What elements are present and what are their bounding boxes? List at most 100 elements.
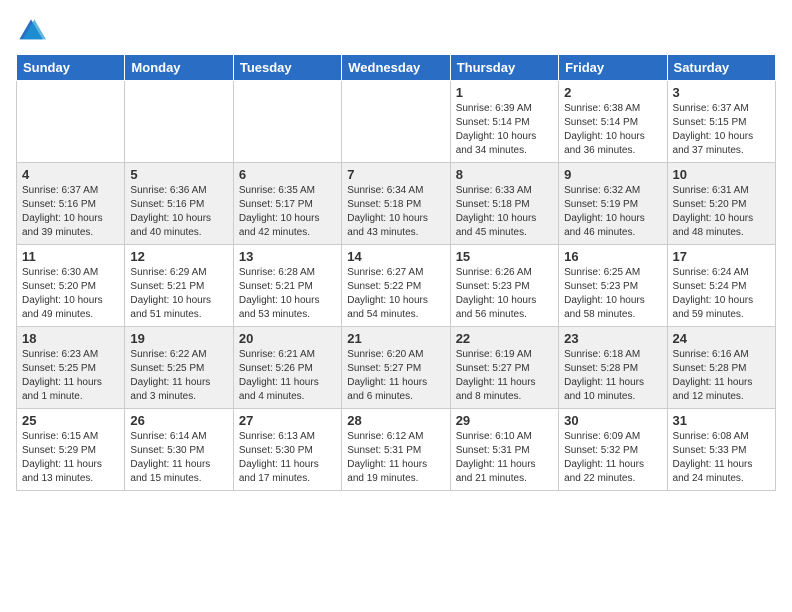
calendar-cell: 31 Sunrise: 6:08 AMSunset: 5:33 PMDayligh… bbox=[667, 409, 775, 491]
day-number: 13 bbox=[239, 249, 336, 264]
day-info: Sunrise: 6:29 AMSunset: 5:21 PMDaylight:… bbox=[130, 266, 227, 322]
day-info: Sunrise: 6:08 AMSunset: 5:33 PMDaylight:… bbox=[673, 430, 770, 486]
day-number: 16 bbox=[564, 249, 661, 264]
week-row-1: 1 Sunrise: 6:39 AMSunset: 5:14 PMDaylight… bbox=[17, 81, 776, 163]
calendar-cell: 15Sunrise: 6:26 AMSunset: 5:23 PMDayligh… bbox=[450, 245, 558, 327]
weekday-header-thursday: Thursday bbox=[450, 55, 558, 81]
day-info: Sunrise: 6:31 AMSunset: 5:20 PMDaylight:… bbox=[673, 184, 770, 240]
day-number: 9 bbox=[564, 167, 661, 182]
day-number: 23 bbox=[564, 331, 661, 346]
weekday-header-friday: Friday bbox=[559, 55, 667, 81]
day-info: Sunrise: 6:33 AMSunset: 5:18 PMDaylight:… bbox=[456, 184, 553, 240]
calendar-cell bbox=[233, 81, 341, 163]
logo-icon bbox=[16, 16, 46, 46]
day-info: Sunrise: 6:22 AMSunset: 5:25 PMDaylight:… bbox=[130, 348, 227, 404]
calendar-cell: 21 Sunrise: 6:20 AMSunset: 5:27 PMDayligh… bbox=[342, 327, 450, 409]
calendar-cell: 3 Sunrise: 6:37 AMSunset: 5:15 PMDaylight… bbox=[667, 81, 775, 163]
weekday-header-monday: Monday bbox=[125, 55, 233, 81]
day-info: Sunrise: 6:26 AMSunset: 5:23 PMDaylight:… bbox=[456, 266, 553, 322]
day-info: Sunrise: 6:27 AMSunset: 5:22 PMDaylight:… bbox=[347, 266, 444, 322]
page-header bbox=[16, 16, 776, 46]
weekday-header-saturday: Saturday bbox=[667, 55, 775, 81]
week-row-3: 11Sunrise: 6:30 AMSunset: 5:20 PMDayligh… bbox=[17, 245, 776, 327]
page-container: SundayMondayTuesdayWednesdayThursdayFrid… bbox=[0, 0, 792, 499]
day-info: Sunrise: 6:24 AMSunset: 5:24 PMDaylight:… bbox=[673, 266, 770, 322]
calendar-cell: 2 Sunrise: 6:38 AMSunset: 5:14 PMDaylight… bbox=[559, 81, 667, 163]
day-info: Sunrise: 6:20 AMSunset: 5:27 PMDaylight:… bbox=[347, 348, 444, 404]
calendar-cell: 22 Sunrise: 6:19 AMSunset: 5:27 PMDayligh… bbox=[450, 327, 558, 409]
calendar-cell: 11Sunrise: 6:30 AMSunset: 5:20 PMDayligh… bbox=[17, 245, 125, 327]
calendar-table: SundayMondayTuesdayWednesdayThursdayFrid… bbox=[16, 54, 776, 491]
calendar-cell: 6 Sunrise: 6:35 AMSunset: 5:17 PMDaylight… bbox=[233, 163, 341, 245]
calendar-cell: 12 Sunrise: 6:29 AMSunset: 5:21 PMDayligh… bbox=[125, 245, 233, 327]
day-number: 25 bbox=[22, 413, 119, 428]
day-info: Sunrise: 6:32 AMSunset: 5:19 PMDaylight:… bbox=[564, 184, 661, 240]
week-row-4: 18 Sunrise: 6:23 AMSunset: 5:25 PMDayligh… bbox=[17, 327, 776, 409]
calendar-cell: 16 Sunrise: 6:25 AMSunset: 5:23 PMDayligh… bbox=[559, 245, 667, 327]
calendar-cell bbox=[17, 81, 125, 163]
day-info: Sunrise: 6:39 AMSunset: 5:14 PMDaylight:… bbox=[456, 102, 553, 158]
day-number: 29 bbox=[456, 413, 553, 428]
day-info: Sunrise: 6:21 AMSunset: 5:26 PMDaylight:… bbox=[239, 348, 336, 404]
day-info: Sunrise: 6:38 AMSunset: 5:14 PMDaylight:… bbox=[564, 102, 661, 158]
day-info: Sunrise: 6:25 AMSunset: 5:23 PMDaylight:… bbox=[564, 266, 661, 322]
calendar-cell: 17 Sunrise: 6:24 AMSunset: 5:24 PMDayligh… bbox=[667, 245, 775, 327]
calendar-cell: 19 Sunrise: 6:22 AMSunset: 5:25 PMDayligh… bbox=[125, 327, 233, 409]
calendar-cell: 24 Sunrise: 6:16 AMSunset: 5:28 PMDayligh… bbox=[667, 327, 775, 409]
day-number: 8 bbox=[456, 167, 553, 182]
day-number: 7 bbox=[347, 167, 444, 182]
week-row-2: 4Sunrise: 6:37 AMSunset: 5:16 PMDaylight… bbox=[17, 163, 776, 245]
calendar-cell: 27 Sunrise: 6:13 AMSunset: 5:30 PMDayligh… bbox=[233, 409, 341, 491]
day-info: Sunrise: 6:16 AMSunset: 5:28 PMDaylight:… bbox=[673, 348, 770, 404]
day-number: 1 bbox=[456, 85, 553, 100]
day-number: 12 bbox=[130, 249, 227, 264]
day-number: 11 bbox=[22, 249, 119, 264]
weekday-header-row: SundayMondayTuesdayWednesdayThursdayFrid… bbox=[17, 55, 776, 81]
weekday-header-sunday: Sunday bbox=[17, 55, 125, 81]
calendar-cell: 14Sunrise: 6:27 AMSunset: 5:22 PMDayligh… bbox=[342, 245, 450, 327]
calendar-cell: 26Sunrise: 6:14 AMSunset: 5:30 PMDayligh… bbox=[125, 409, 233, 491]
calendar-cell: 20 Sunrise: 6:21 AMSunset: 5:26 PMDayligh… bbox=[233, 327, 341, 409]
day-number: 5 bbox=[130, 167, 227, 182]
day-info: Sunrise: 6:23 AMSunset: 5:25 PMDaylight:… bbox=[22, 348, 119, 404]
day-number: 26 bbox=[130, 413, 227, 428]
day-number: 2 bbox=[564, 85, 661, 100]
calendar-cell: 8 Sunrise: 6:33 AMSunset: 5:18 PMDaylight… bbox=[450, 163, 558, 245]
calendar-cell: 29Sunrise: 6:10 AMSunset: 5:31 PMDayligh… bbox=[450, 409, 558, 491]
day-number: 31 bbox=[673, 413, 770, 428]
day-info: Sunrise: 6:13 AMSunset: 5:30 PMDaylight:… bbox=[239, 430, 336, 486]
calendar-cell: 9 Sunrise: 6:32 AMSunset: 5:19 PMDaylight… bbox=[559, 163, 667, 245]
day-number: 18 bbox=[22, 331, 119, 346]
week-row-5: 25Sunrise: 6:15 AMSunset: 5:29 PMDayligh… bbox=[17, 409, 776, 491]
day-number: 19 bbox=[130, 331, 227, 346]
day-info: Sunrise: 6:37 AMSunset: 5:15 PMDaylight:… bbox=[673, 102, 770, 158]
day-number: 3 bbox=[673, 85, 770, 100]
calendar-cell: 25Sunrise: 6:15 AMSunset: 5:29 PMDayligh… bbox=[17, 409, 125, 491]
calendar-cell: 7 Sunrise: 6:34 AMSunset: 5:18 PMDaylight… bbox=[342, 163, 450, 245]
day-number: 6 bbox=[239, 167, 336, 182]
day-info: Sunrise: 6:37 AMSunset: 5:16 PMDaylight:… bbox=[22, 184, 119, 240]
weekday-header-tuesday: Tuesday bbox=[233, 55, 341, 81]
day-number: 28 bbox=[347, 413, 444, 428]
day-info: Sunrise: 6:19 AMSunset: 5:27 PMDaylight:… bbox=[456, 348, 553, 404]
day-info: Sunrise: 6:36 AMSunset: 5:16 PMDaylight:… bbox=[130, 184, 227, 240]
day-info: Sunrise: 6:18 AMSunset: 5:28 PMDaylight:… bbox=[564, 348, 661, 404]
calendar-cell: 4Sunrise: 6:37 AMSunset: 5:16 PMDaylight… bbox=[17, 163, 125, 245]
calendar-cell: 28 Sunrise: 6:12 AMSunset: 5:31 PMDayligh… bbox=[342, 409, 450, 491]
logo bbox=[16, 16, 50, 46]
day-number: 20 bbox=[239, 331, 336, 346]
calendar-cell bbox=[342, 81, 450, 163]
day-info: Sunrise: 6:09 AMSunset: 5:32 PMDaylight:… bbox=[564, 430, 661, 486]
day-number: 22 bbox=[456, 331, 553, 346]
day-number: 17 bbox=[673, 249, 770, 264]
day-number: 21 bbox=[347, 331, 444, 346]
day-number: 27 bbox=[239, 413, 336, 428]
calendar-cell: 13Sunrise: 6:28 AMSunset: 5:21 PMDayligh… bbox=[233, 245, 341, 327]
calendar-cell: 30Sunrise: 6:09 AMSunset: 5:32 PMDayligh… bbox=[559, 409, 667, 491]
calendar-cell: 5 Sunrise: 6:36 AMSunset: 5:16 PMDaylight… bbox=[125, 163, 233, 245]
day-info: Sunrise: 6:35 AMSunset: 5:17 PMDaylight:… bbox=[239, 184, 336, 240]
day-info: Sunrise: 6:34 AMSunset: 5:18 PMDaylight:… bbox=[347, 184, 444, 240]
calendar-cell: 10Sunrise: 6:31 AMSunset: 5:20 PMDayligh… bbox=[667, 163, 775, 245]
day-info: Sunrise: 6:12 AMSunset: 5:31 PMDaylight:… bbox=[347, 430, 444, 486]
day-number: 24 bbox=[673, 331, 770, 346]
